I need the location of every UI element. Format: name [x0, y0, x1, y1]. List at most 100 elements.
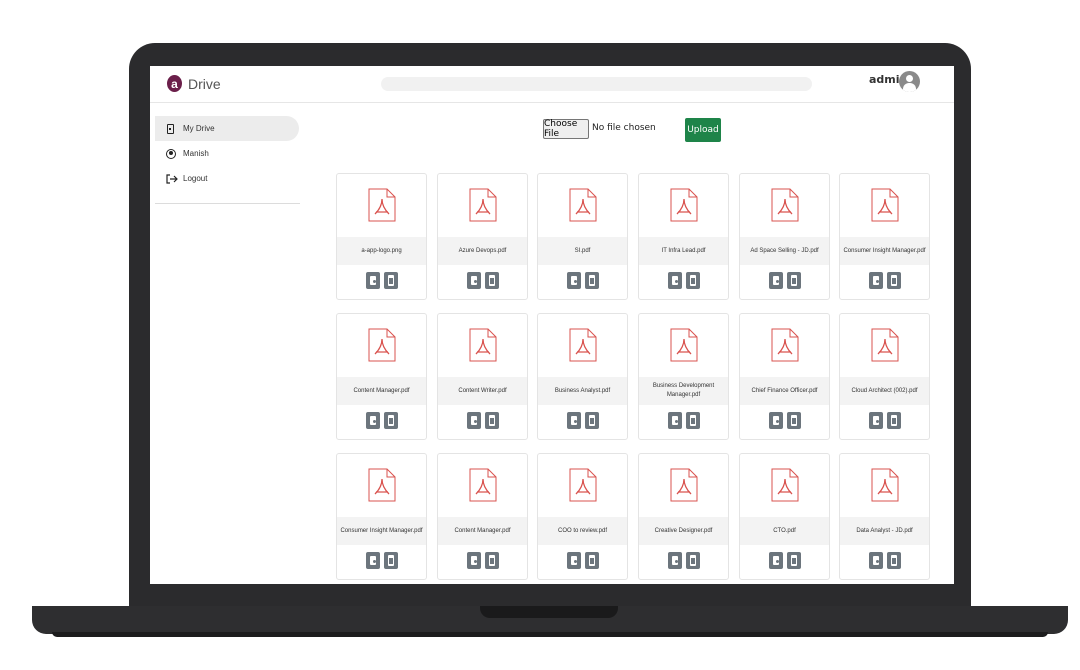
delete-button[interactable]: [685, 272, 700, 289]
delete-button[interactable]: [886, 412, 901, 429]
pdf-file-icon[interactable]: [840, 174, 929, 236]
file-card[interactable]: Creative Designer.pdf: [638, 453, 729, 580]
delete-button[interactable]: [886, 552, 901, 569]
file-card[interactable]: Consumer Insight Manager.pdf: [839, 173, 930, 300]
preview-button[interactable]: [768, 552, 783, 569]
file-card[interactable]: Cloud Architect (002).pdf: [839, 313, 930, 440]
pdf-file-icon[interactable]: [840, 314, 929, 376]
file-card[interactable]: Chief Finance Officer.pdf: [739, 313, 830, 440]
pdf-file-icon[interactable]: [639, 314, 728, 376]
delete-button[interactable]: [383, 552, 398, 569]
delete-button[interactable]: [383, 272, 398, 289]
delete-button[interactable]: [383, 412, 398, 429]
avatar-icon[interactable]: [899, 71, 920, 92]
preview-button[interactable]: [868, 412, 883, 429]
file-card[interactable]: Content Manager.pdf: [437, 453, 528, 580]
pdf-file-icon[interactable]: [438, 314, 527, 376]
file-card[interactable]: Business Analyst.pdf: [537, 313, 628, 440]
app-logo-icon[interactable]: a: [167, 75, 182, 92]
preview-button[interactable]: [365, 412, 380, 429]
choose-file-button[interactable]: Choose File: [543, 119, 589, 139]
file-actions: [337, 272, 426, 292]
file-card[interactable]: Business Development Manager.pdf: [638, 313, 729, 440]
preview-button[interactable]: [466, 552, 481, 569]
preview-button[interactable]: [365, 272, 380, 289]
file-actions: [740, 272, 829, 292]
file-name: Ad Space Selling - JD.pdf: [740, 237, 829, 265]
sidebar-item-label: Logout: [183, 174, 208, 183]
preview-button[interactable]: [768, 412, 783, 429]
file-card[interactable]: Content Writer.pdf: [437, 313, 528, 440]
delete-button[interactable]: [484, 552, 499, 569]
pdf-file-icon[interactable]: [740, 174, 829, 236]
file-name: Content Manager.pdf: [438, 517, 527, 545]
pdf-file-icon[interactable]: [337, 314, 426, 376]
app-header: a Drive admin: [150, 66, 954, 103]
file-card[interactable]: SI.pdf: [537, 173, 628, 300]
upload-button[interactable]: Upload: [685, 118, 721, 142]
laptop-notch: [480, 606, 618, 618]
preview-button[interactable]: [466, 272, 481, 289]
pdf-file-icon[interactable]: [740, 314, 829, 376]
delete-button[interactable]: [484, 272, 499, 289]
file-card[interactable]: IT Infra Lead.pdf: [638, 173, 729, 300]
delete-button[interactable]: [786, 272, 801, 289]
pdf-file-icon[interactable]: [639, 454, 728, 516]
pdf-file-icon[interactable]: [538, 454, 627, 516]
sidebar-item-my-drive[interactable]: My Drive: [155, 116, 299, 141]
preview-button[interactable]: [566, 272, 581, 289]
pdf-file-icon[interactable]: [639, 174, 728, 236]
preview-button[interactable]: [365, 552, 380, 569]
delete-button[interactable]: [685, 552, 700, 569]
preview-button[interactable]: [667, 272, 682, 289]
preview-button[interactable]: [868, 272, 883, 289]
delete-button[interactable]: [786, 412, 801, 429]
file-card[interactable]: CTO.pdf: [739, 453, 830, 580]
file-card[interactable]: Consumer Insight Manager.pdf: [336, 453, 427, 580]
pdf-file-icon[interactable]: [538, 174, 627, 236]
preview-button[interactable]: [868, 552, 883, 569]
file-name: Content Manager.pdf: [337, 377, 426, 405]
preview-button[interactable]: [667, 552, 682, 569]
pdf-file-icon[interactable]: [840, 454, 929, 516]
file-name: Content Writer.pdf: [438, 377, 527, 405]
delete-button[interactable]: [886, 272, 901, 289]
file-name: Business Analyst.pdf: [538, 377, 627, 405]
file-status: No file chosen: [592, 123, 656, 133]
file-name: IT Infra Lead.pdf: [639, 237, 728, 265]
delete-button[interactable]: [786, 552, 801, 569]
preview-button[interactable]: [768, 272, 783, 289]
search-bar[interactable]: [381, 77, 812, 91]
pdf-file-icon[interactable]: [337, 174, 426, 236]
screen: a Drive admin My Drive Manish Logout Cho…: [150, 66, 954, 584]
preview-button[interactable]: [566, 552, 581, 569]
pdf-file-icon[interactable]: [438, 174, 527, 236]
file-name: Creative Designer.pdf: [639, 517, 728, 545]
file-name: Consumer Insight Manager.pdf: [840, 237, 929, 265]
file-card[interactable]: Data Analyst - JD.pdf: [839, 453, 930, 580]
delete-button[interactable]: [584, 272, 599, 289]
sidebar-item-manish[interactable]: Manish: [155, 141, 299, 166]
pdf-file-icon[interactable]: [538, 314, 627, 376]
file-actions: [538, 412, 627, 432]
delete-button[interactable]: [685, 412, 700, 429]
file-card[interactable]: Content Manager.pdf: [336, 313, 427, 440]
delete-button[interactable]: [584, 412, 599, 429]
file-actions: [337, 412, 426, 432]
file-actions: [639, 552, 728, 572]
delete-button[interactable]: [584, 552, 599, 569]
file-card[interactable]: a-app-logo.png: [336, 173, 427, 300]
pdf-file-icon[interactable]: [337, 454, 426, 516]
preview-button[interactable]: [466, 412, 481, 429]
file-card[interactable]: Ad Space Selling - JD.pdf: [739, 173, 830, 300]
file-actions: [740, 552, 829, 572]
file-actions: [840, 412, 929, 432]
file-card[interactable]: COO to review.pdf: [537, 453, 628, 580]
delete-button[interactable]: [484, 412, 499, 429]
file-card[interactable]: Azure Devops.pdf: [437, 173, 528, 300]
pdf-file-icon[interactable]: [740, 454, 829, 516]
sidebar-item-logout[interactable]: Logout: [155, 166, 299, 191]
pdf-file-icon[interactable]: [438, 454, 527, 516]
preview-button[interactable]: [566, 412, 581, 429]
preview-button[interactable]: [667, 412, 682, 429]
